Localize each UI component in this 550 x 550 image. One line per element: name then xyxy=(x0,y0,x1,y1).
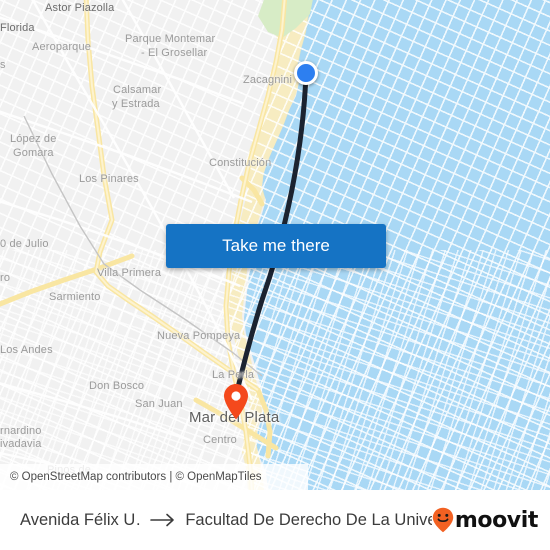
map-label: Villa Primera xyxy=(97,267,162,279)
map-label: Aeroparque xyxy=(32,41,91,53)
map-label: La Perla xyxy=(212,369,255,381)
map-label: Florida xyxy=(0,22,35,34)
map-label: - El Grosellar xyxy=(141,47,208,59)
map-label: Parque Montemar xyxy=(125,33,216,45)
map-label: s xyxy=(0,59,6,71)
map-label: ro xyxy=(0,272,11,284)
moovit-pin-icon xyxy=(432,507,454,533)
map-label: Calsamar xyxy=(113,84,162,96)
map-label: Don Bosco xyxy=(89,380,145,392)
map-label: Constitución xyxy=(209,157,272,169)
map-label: 0 de Julio xyxy=(0,238,49,250)
route-summary[interactable]: Avenida Félix U… Facultad De Derecho De … xyxy=(0,511,432,530)
map-label: Zacagnini xyxy=(243,74,293,86)
map-label: Sarmiento xyxy=(49,291,101,303)
moovit-directions-screen: Astor Piazolla Florida Aeroparque Parque… xyxy=(0,0,550,550)
arrow-right-icon xyxy=(150,513,175,527)
map-label: Centro xyxy=(203,434,237,446)
map-label: Nueva Pompeya xyxy=(157,330,241,342)
origin-marker[interactable] xyxy=(294,61,318,85)
map-attribution[interactable]: © OpenStreetMap contributors | © OpenMap… xyxy=(0,464,308,490)
map-label: López de xyxy=(10,133,57,145)
map-label: y Estrada xyxy=(112,98,160,110)
map-label: rnardino xyxy=(0,425,42,437)
map-label: ivadavia xyxy=(0,438,42,450)
moovit-wordmark: moovit xyxy=(454,507,539,533)
moovit-logo[interactable]: moovit xyxy=(432,507,550,533)
route-destination-label: Facultad De Derecho De La Unive… xyxy=(185,510,432,529)
map-label: Los Andes xyxy=(0,344,53,356)
route-origin-label: Avenida Félix U… xyxy=(20,510,142,529)
map-label: Astor Piazolla xyxy=(45,2,115,14)
map-label: San Juan xyxy=(135,398,183,410)
map-label: Los Pinares xyxy=(79,173,139,185)
take-me-there-button[interactable]: Take me there xyxy=(166,224,386,268)
map-canvas[interactable]: Astor Piazolla Florida Aeroparque Parque… xyxy=(0,0,550,490)
map-label: Gomara xyxy=(13,147,54,159)
destination-pin-icon[interactable] xyxy=(222,383,250,421)
route-bottom-bar: Avenida Félix U… Facultad De Derecho De … xyxy=(0,490,550,550)
